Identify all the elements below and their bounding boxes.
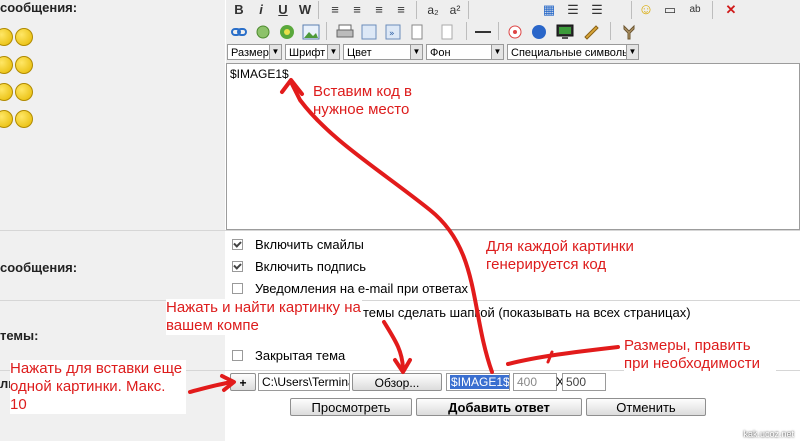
add-more-hint-note: Нажать для вставки еще одной картинки. М…: [10, 360, 186, 414]
sizes-hint-note: Размеры, править при необходимости: [624, 337, 776, 373]
insert-code-note: Вставим код в нужное место: [313, 83, 413, 118]
code-generated-note: Для каждой картинки генерируется код: [486, 238, 658, 274]
browse-hint-note: Нажать и найти картинку на вашем компе: [166, 299, 362, 335]
tick-mark: [546, 350, 554, 364]
watermark: kak.ucoz.net: [743, 429, 794, 439]
underline-sizes: [506, 345, 620, 366]
